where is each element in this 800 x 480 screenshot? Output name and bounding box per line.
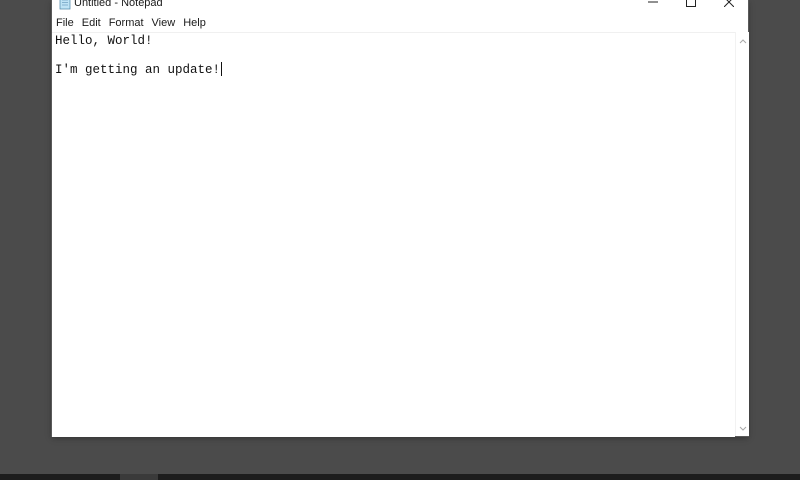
- window-title: Untitled - Notepad: [74, 0, 163, 9]
- desktop: Untitled - Notepad File Edit Format View…: [0, 0, 800, 480]
- scroll-up-button[interactable]: [736, 34, 749, 46]
- editor-line: Hello, World!: [55, 34, 153, 48]
- title-bar[interactable]: Untitled - Notepad: [52, 0, 748, 12]
- close-button[interactable]: [710, 0, 748, 12]
- maximize-icon: [686, 0, 696, 12]
- vertical-scrollbar[interactable]: [735, 32, 749, 436]
- menu-file[interactable]: File: [52, 14, 78, 32]
- maximize-button[interactable]: [672, 0, 710, 12]
- editor-line-text: I'm getting an update!: [55, 63, 221, 77]
- minimize-button[interactable]: [634, 0, 672, 12]
- menu-view[interactable]: View: [148, 14, 180, 32]
- menu-edit[interactable]: Edit: [78, 14, 105, 32]
- menu-format[interactable]: Format: [105, 14, 148, 32]
- editor-line-current: I'm getting an update!: [55, 62, 223, 77]
- text-editor[interactable]: Hello, World!​I'm getting an update!: [52, 32, 735, 437]
- text-caret: [221, 62, 223, 76]
- notepad-window: Untitled - Notepad File Edit Format View…: [52, 0, 749, 437]
- chevron-down-icon: [739, 419, 747, 437]
- editor-line: ​: [55, 48, 222, 62]
- menu-bar: File Edit Format View Help: [52, 14, 748, 32]
- minimize-icon: [648, 0, 658, 12]
- taskbar-notepad-button[interactable]: [120, 474, 158, 480]
- menu-help[interactable]: Help: [179, 14, 210, 32]
- notepad-icon: [58, 0, 72, 10]
- chevron-up-icon: [739, 31, 747, 49]
- taskbar: [0, 474, 800, 480]
- editor-content: Hello, World!​I'm getting an update!: [55, 34, 223, 77]
- close-icon: [723, 0, 735, 12]
- scroll-down-button[interactable]: [736, 422, 749, 434]
